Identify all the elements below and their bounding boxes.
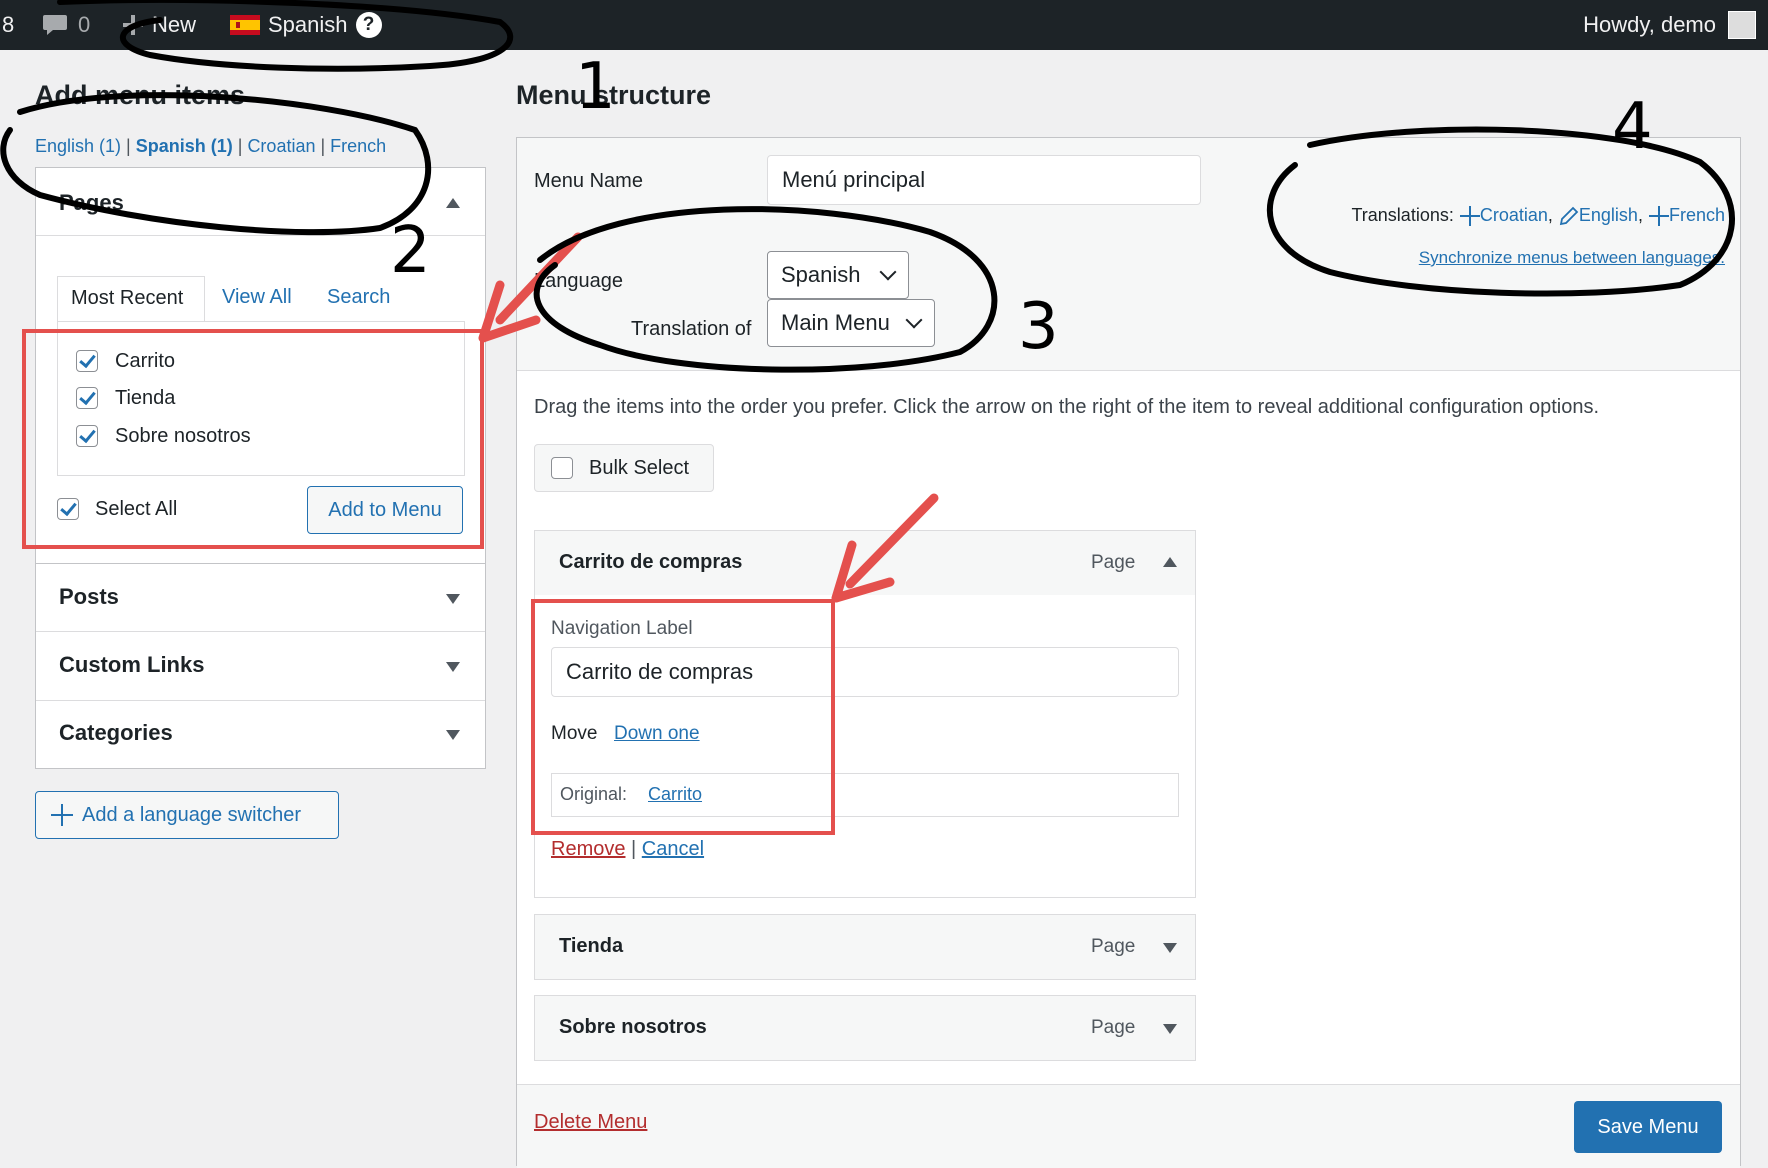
- marker-scribbles: [0, 0, 1736, 373]
- annotation-layer: 1 2 3 4: [0, 0, 1736, 603]
- arrow-to-item-settings: [831, 493, 939, 603]
- annotation-number-4: 4: [1612, 90, 1653, 164]
- annotation-number-2: 2: [390, 214, 431, 288]
- annotation-numbers: 1 2 3 4: [390, 50, 1653, 364]
- annotation-number-3: 3: [1018, 290, 1059, 364]
- arrow-to-pages-box: [478, 232, 583, 343]
- annotation-number-1: 1: [575, 50, 616, 124]
